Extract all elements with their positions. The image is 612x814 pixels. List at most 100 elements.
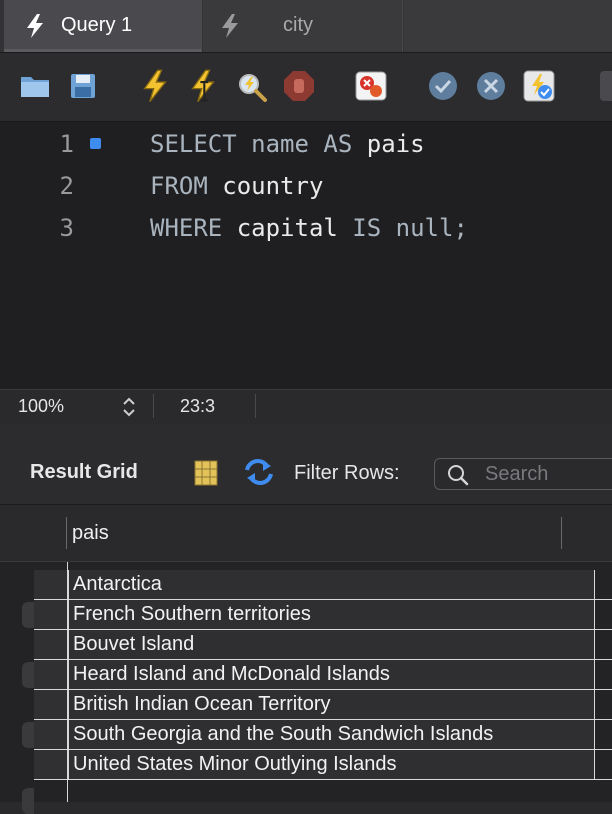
- search-placeholder: Search: [485, 463, 549, 485]
- save-button[interactable]: [66, 69, 100, 103]
- zoom-level: 100%: [18, 396, 65, 416]
- toggle-error-button[interactable]: [354, 69, 388, 103]
- result-grid-tab[interactable]: Result Grid: [30, 461, 138, 484]
- table-cell[interactable]: Antarctica: [68, 570, 595, 599]
- column-header-pais[interactable]: pais: [72, 522, 109, 545]
- current-statement-marker: [90, 138, 101, 149]
- sql-keyword: AS: [323, 130, 353, 158]
- sql-editor[interactable]: 1 SELECT name AS pais 2 FROM country 3 W…: [0, 122, 612, 389]
- table-cell[interactable]: United States Minor Outlying Islands: [68, 750, 595, 779]
- sql-identifier: capital: [222, 214, 353, 242]
- cursor-position: 23:3: [180, 396, 216, 416]
- lightning-icon: [222, 14, 238, 38]
- line-number: 1: [59, 130, 74, 158]
- table-row[interactable]: South Georgia and the South Sandwich Isl…: [34, 720, 612, 750]
- row-header[interactable]: [34, 720, 67, 749]
- divider: [153, 394, 154, 418]
- row-header[interactable]: [34, 630, 67, 659]
- sql-keyword: name: [236, 130, 324, 158]
- column-divider: [66, 517, 67, 549]
- table-row[interactable]: United States Minor Outlying Islands: [34, 750, 612, 780]
- lightning-icon: [27, 14, 43, 38]
- table-row[interactable]: Antarctica: [34, 570, 612, 600]
- code-text: SELECT name AS pais: [150, 124, 425, 164]
- open-file-button[interactable]: [18, 69, 52, 103]
- code-text: WHERE capital IS null;: [150, 208, 468, 248]
- row-header-divider: [67, 562, 68, 802]
- zoom-stepper-icon[interactable]: [120, 394, 138, 420]
- cell-text: British Indian Ocean Territory: [73, 693, 331, 715]
- refresh-icon[interactable]: [243, 458, 275, 486]
- filter-rows-label: Filter Rows:: [294, 462, 400, 484]
- table-row[interactable]: Heard Island and McDonald Islands: [34, 660, 612, 690]
- sql-toolbar: [0, 53, 612, 122]
- floppy-disk-icon: [71, 74, 95, 98]
- cell-text: French Southern territories: [73, 603, 311, 625]
- cell-text: Antarctica: [73, 573, 162, 595]
- sql-keyword: IS: [352, 214, 382, 242]
- row-header[interactable]: [34, 690, 67, 719]
- x-circle-icon: [477, 72, 505, 100]
- cell-text: United States Minor Outlying Islands: [73, 753, 397, 775]
- sql-keyword: SELECT: [150, 130, 237, 158]
- folder-icon: [21, 77, 49, 97]
- editor-status-bar: 100% 23:3: [0, 389, 612, 424]
- tab-bar: Query 1 city: [0, 0, 612, 53]
- table-cell[interactable]: Heard Island and McDonald Islands: [68, 660, 595, 689]
- commit-button[interactable]: [426, 69, 460, 103]
- table-cell[interactable]: French Southern territories: [68, 600, 595, 629]
- execute-button[interactable]: [138, 69, 172, 103]
- table-row[interactable]: British Indian Ocean Territory: [34, 690, 612, 720]
- table-cell[interactable]: South Georgia and the South Sandwich Isl…: [68, 720, 595, 749]
- row-stripe: [22, 602, 34, 628]
- tab-label: Query 1: [61, 14, 133, 36]
- row-stripe: [22, 788, 34, 814]
- cell-text: Heard Island and McDonald Islands: [73, 663, 390, 685]
- magnifier-lightning-icon: [239, 74, 267, 102]
- row-header[interactable]: [34, 570, 67, 599]
- line-number: 3: [59, 214, 74, 242]
- column-divider[interactable]: [561, 517, 562, 549]
- code-line: 3 WHERE capital IS null;: [0, 208, 612, 248]
- lightning-icon: [143, 69, 167, 103]
- result-toolbar: Result Grid Filter Rows: Search: [0, 424, 612, 505]
- row-stripe: [22, 662, 34, 688]
- cell-text: South Georgia and the South Sandwich Isl…: [73, 723, 494, 745]
- grid-layout-icon[interactable]: [194, 460, 218, 486]
- row-stripe: [22, 722, 34, 748]
- grid-header: pais: [0, 505, 612, 562]
- row-header[interactable]: [34, 600, 67, 629]
- sql-keyword: null;: [381, 214, 468, 242]
- tab-city[interactable]: city: [203, 0, 403, 52]
- code-line: 1 SELECT name AS pais: [0, 124, 612, 164]
- rollback-button[interactable]: [474, 69, 508, 103]
- autocommit-button[interactable]: [522, 69, 556, 103]
- code-text: FROM country: [150, 166, 323, 206]
- tab-bar-empty: [404, 0, 612, 52]
- error-toggle-icon: [355, 71, 387, 101]
- sql-identifier: country: [207, 172, 324, 200]
- autocommit-icon: [523, 70, 555, 102]
- sql-keyword: FROM: [150, 172, 208, 200]
- tab-label: city: [283, 14, 313, 36]
- sql-identifier: pais: [352, 130, 425, 158]
- sql-keyword: WHERE: [150, 214, 223, 242]
- cell-text: Bouvet Island: [73, 633, 195, 655]
- table-cell[interactable]: Bouvet Island: [68, 630, 595, 659]
- lightning-cursor-icon: [191, 69, 215, 103]
- stop-button[interactable]: [282, 69, 316, 103]
- table-cell[interactable]: British Indian Ocean Territory: [68, 690, 595, 719]
- code-line: 2 FROM country: [0, 166, 612, 206]
- check-circle-icon: [429, 72, 457, 100]
- divider: [255, 394, 256, 418]
- table-row[interactable]: French Southern territories: [34, 600, 612, 630]
- stop-hand-icon: [284, 71, 314, 101]
- tab-query-1[interactable]: Query 1: [4, 0, 202, 52]
- row-header[interactable]: [34, 750, 67, 779]
- row-header[interactable]: [34, 660, 67, 689]
- execute-current-button[interactable]: [186, 69, 220, 103]
- filter-search-input[interactable]: Search: [434, 458, 612, 490]
- table-row[interactable]: Bouvet Island: [34, 630, 612, 660]
- explain-button[interactable]: [234, 69, 268, 103]
- line-number: 2: [59, 172, 74, 200]
